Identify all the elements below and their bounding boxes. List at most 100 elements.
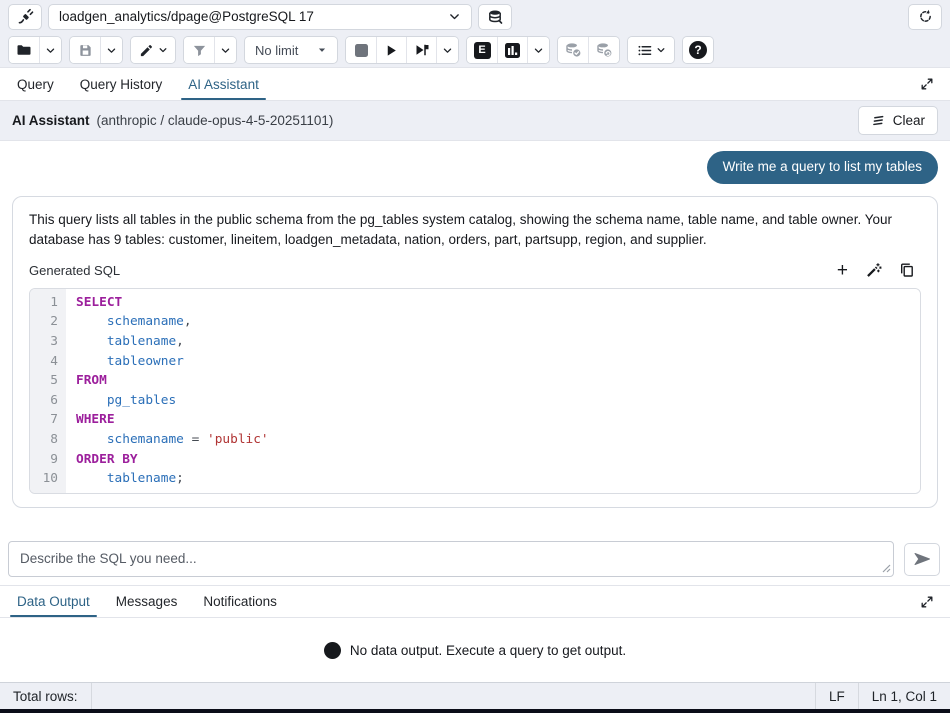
save-floppy-icon <box>78 43 93 58</box>
reset-layout-button[interactable] <box>908 4 942 30</box>
filter-group <box>183 36 237 64</box>
sql-line-number: 4 <box>34 352 58 372</box>
sql-code-line: tableowner <box>76 352 920 372</box>
ai-assistant-header: AI Assistant (anthropic / claude-opus-4-… <box>0 101 950 141</box>
sql-line-number: 1 <box>34 293 58 313</box>
expand-arrows-icon <box>920 77 934 91</box>
chevron-down-icon <box>106 45 117 56</box>
query-tool-connection-button[interactable] <box>8 4 42 30</box>
execute-script-button[interactable] <box>406 37 436 63</box>
sql-code-line: schemaname, <box>76 312 920 332</box>
data-output-empty-state: i No data output. Execute a query to get… <box>0 618 950 682</box>
filter-button[interactable] <box>184 37 214 63</box>
send-prompt-button[interactable] <box>904 543 940 576</box>
explain-button[interactable]: E <box>467 37 497 63</box>
sql-line-number: 8 <box>34 430 58 450</box>
connection-bar: loadgen_analytics/dpage@PostgreSQL 17 <box>0 0 950 33</box>
sql-gutter: 12345678910 <box>30 289 66 493</box>
edit-menu-button[interactable] <box>131 37 175 63</box>
assistant-response-text: This query lists all tables in the publi… <box>29 210 909 250</box>
user-message-bubble: Write me a query to list my tables <box>707 151 938 184</box>
open-file-group <box>8 36 62 64</box>
clear-chat-button[interactable]: Clear <box>858 106 938 135</box>
execute-group <box>345 36 459 64</box>
chevron-down-icon <box>220 45 231 56</box>
plug-connection-icon <box>17 8 34 25</box>
help-question-icon: ? <box>689 41 707 59</box>
triangle-down-icon <box>317 45 327 55</box>
sql-line-number: 6 <box>34 391 58 411</box>
sql-code-line: tablename, <box>76 332 920 352</box>
chevron-down-icon <box>448 10 461 23</box>
help-button[interactable]: ? <box>683 37 713 63</box>
status-bar: Total rows: LF Ln 1, Col 1 <box>0 682 950 709</box>
help-group: ? <box>682 36 714 64</box>
tab-data-output[interactable]: Data Output <box>4 586 103 617</box>
refresh-rotate-icon <box>918 9 933 24</box>
empty-output-message: No data output. Execute a query to get o… <box>350 643 626 658</box>
commit-button[interactable] <box>558 37 588 63</box>
save-file-group <box>69 36 123 64</box>
pencil-edit-icon <box>139 43 154 58</box>
connection-selector[interactable]: loadgen_analytics/dpage@PostgreSQL 17 <box>48 4 472 30</box>
execute-query-button[interactable] <box>376 37 406 63</box>
row-limit-select[interactable]: No limit <box>244 36 338 64</box>
sql-line-number: 9 <box>34 450 58 470</box>
filter-dropdown[interactable] <box>214 37 236 63</box>
stop-button[interactable] <box>346 37 376 63</box>
rollback-database-undo-icon <box>595 42 613 58</box>
prompt-row <box>0 539 950 585</box>
new-connection-button[interactable] <box>478 4 512 30</box>
sql-code-line: pg_tables <box>76 391 920 411</box>
generated-sql-row: Generated SQL + <box>29 261 921 280</box>
user-message-row: Write me a query to list my tables <box>0 141 950 184</box>
sql-line-number: 7 <box>34 410 58 430</box>
macros-menu-button[interactable] <box>628 37 674 63</box>
generated-sql-label: Generated SQL <box>29 263 120 278</box>
folder-icon <box>16 42 32 58</box>
expand-output-button[interactable] <box>916 591 938 613</box>
filter-funnel-icon <box>192 43 207 58</box>
cursor-position: Ln 1, Col 1 <box>859 683 950 709</box>
sql-code-line: tablename; <box>76 469 920 489</box>
edit-group <box>130 36 176 64</box>
expand-panel-button[interactable] <box>916 73 938 95</box>
ai-chat-area: Write me a query to list my tables This … <box>0 141 950 539</box>
plus-icon: + <box>837 261 848 280</box>
sql-code-line: schemaname = 'public' <box>76 430 920 450</box>
commit-database-check-icon <box>564 42 582 58</box>
execute-options-dropdown[interactable] <box>436 37 458 63</box>
explain-options-dropdown[interactable] <box>527 37 549 63</box>
rollback-button[interactable] <box>588 37 619 63</box>
prompt-input[interactable] <box>8 541 894 577</box>
chevron-down-icon <box>533 45 544 56</box>
tab-ai-assistant[interactable]: AI Assistant <box>175 68 272 100</box>
sql-line-number: 10 <box>34 469 58 489</box>
open-file-button[interactable] <box>9 37 39 63</box>
send-arrow-icon <box>913 551 932 567</box>
transaction-group <box>557 36 620 64</box>
tab-messages[interactable]: Messages <box>103 586 191 617</box>
open-file-dropdown[interactable] <box>39 37 61 63</box>
status-divider <box>91 683 92 709</box>
explain-analyze-button[interactable] <box>497 37 527 63</box>
info-icon: i <box>324 642 341 659</box>
query-toolbar: No limit <box>0 33 950 68</box>
save-file-button[interactable] <box>70 37 100 63</box>
copy-sql-button[interactable] <box>899 262 915 278</box>
tab-notifications[interactable]: Notifications <box>190 586 290 617</box>
editor-tab-row: Query Query History AI Assistant <box>0 68 950 101</box>
output-tab-row: Data Output Messages Notifications <box>0 585 950 618</box>
tab-query-history[interactable]: Query History <box>67 68 176 100</box>
refine-sql-button[interactable] <box>865 262 882 279</box>
connection-name: loadgen_analytics/dpage@PostgreSQL 17 <box>59 9 314 24</box>
explain-group: E <box>466 36 550 64</box>
insert-sql-button[interactable]: + <box>837 261 848 280</box>
generated-sql-codeblock: 12345678910 SELECT schemaname, tablename… <box>29 288 921 494</box>
sql-line-number: 5 <box>34 371 58 391</box>
sql-code-lines: SELECT schemaname, tablename, tableowner… <box>66 289 920 493</box>
tab-query[interactable]: Query <box>4 68 67 100</box>
ai-assistant-title: AI Assistant <box>12 113 90 128</box>
save-file-dropdown[interactable] <box>100 37 122 63</box>
sql-line-number: 2 <box>34 312 58 332</box>
